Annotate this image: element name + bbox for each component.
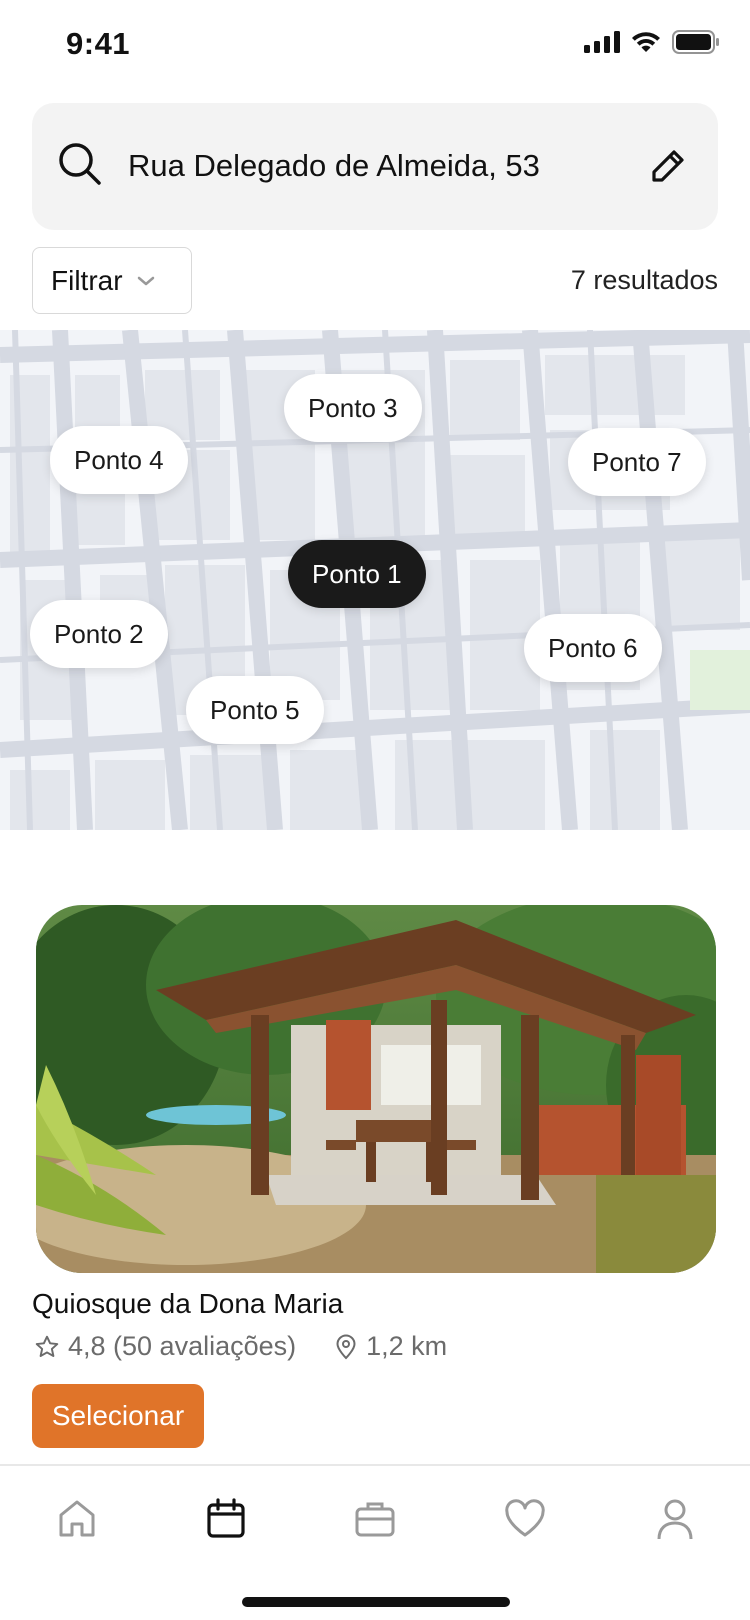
map-pin-ponto-1[interactable]: Ponto 1 xyxy=(288,540,426,608)
home-indicator xyxy=(242,1597,510,1607)
edit-pencil-icon[interactable] xyxy=(650,148,686,184)
map-pin-ponto-4[interactable]: Ponto 4 xyxy=(50,426,188,494)
calendar-icon xyxy=(207,1498,245,1538)
location-pin-icon xyxy=(336,1334,356,1359)
listing-photo[interactable] xyxy=(36,905,716,1273)
distance-info: 1,2 km xyxy=(334,1331,447,1362)
search-address[interactable]: Rua Delegado de Almeida, 53 xyxy=(128,148,540,184)
map-pin-ponto-6[interactable]: Ponto 6 xyxy=(524,614,662,682)
results-count: 7 resultados xyxy=(570,265,718,295)
signal-icon xyxy=(584,31,620,53)
briefcase-icon xyxy=(355,1502,395,1537)
map[interactable]: Ponto 3 Ponto 4 Ponto 7 Ponto 1 Ponto 2 … xyxy=(0,330,750,830)
map-pin-ponto-3[interactable]: Ponto 3 xyxy=(284,374,422,442)
chevron-down-icon xyxy=(137,276,154,285)
status-time: 9:41 xyxy=(66,26,131,61)
rating-info: 4,8 (50 avaliações) xyxy=(34,1331,296,1362)
map-pin-ponto-2[interactable]: Ponto 2 xyxy=(30,600,168,668)
tab-favorites[interactable] xyxy=(500,1494,550,1544)
tab-home[interactable] xyxy=(52,1494,102,1544)
tab-calendar[interactable] xyxy=(201,1494,251,1544)
tab-briefcase[interactable] xyxy=(350,1494,400,1544)
distance-text: 1,2 km xyxy=(366,1331,448,1361)
home-icon xyxy=(59,1500,95,1537)
status-bar: 9:41 xyxy=(0,0,750,90)
search-icon xyxy=(59,143,101,185)
user-icon xyxy=(657,1499,693,1540)
map-pin-ponto-5[interactable]: Ponto 5 xyxy=(186,676,324,744)
filter-label: Filtrar xyxy=(51,264,123,296)
heart-icon xyxy=(505,1499,545,1537)
battery-icon xyxy=(672,30,719,54)
status-icons xyxy=(584,30,720,54)
listing-title[interactable]: Quiosque da Dona Maria xyxy=(32,1288,343,1320)
select-button[interactable]: Selecionar xyxy=(32,1384,204,1448)
tab-profile[interactable] xyxy=(650,1494,700,1544)
listing-meta: 4,8 (50 avaliações) 1,2 km xyxy=(34,1331,447,1362)
filter-dropdown[interactable]: Filtrar xyxy=(32,247,192,314)
wifi-icon xyxy=(632,32,660,52)
map-pin-ponto-7[interactable]: Ponto 7 xyxy=(568,428,706,496)
rating-text: 4,8 (50 avaliações) xyxy=(68,1331,297,1361)
star-icon xyxy=(35,1335,59,1357)
kiosk-photo-illustration xyxy=(36,905,716,1273)
